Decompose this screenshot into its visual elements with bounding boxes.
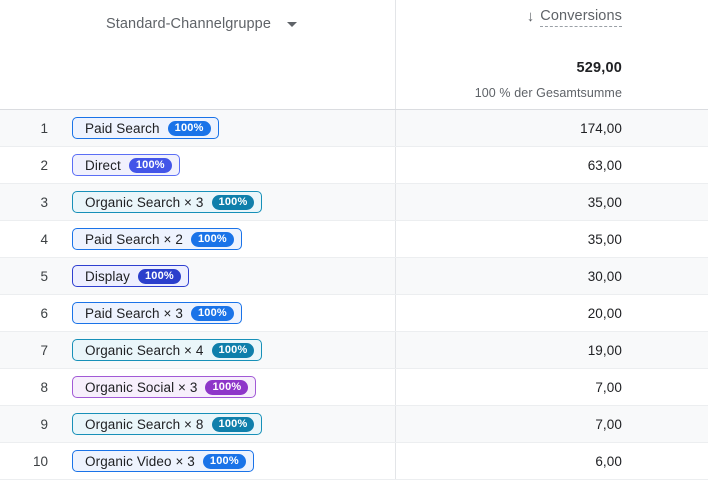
metric-column-label: Conversions <box>540 8 622 27</box>
row-index: 3 <box>40 194 48 210</box>
channel-chip-label: Organic Video × 3 <box>85 453 195 469</box>
channel-chip-percent-badge: 100% <box>211 416 255 432</box>
row-column-divider <box>395 295 396 331</box>
channel-chip-percent-badge: 100% <box>190 231 234 247</box>
channel-chip-label: Organic Search × 3 <box>85 194 204 210</box>
row-index: 10 <box>32 453 48 469</box>
row-index: 8 <box>40 379 48 395</box>
row-column-divider <box>395 147 396 183</box>
conversion-paths-report: Standard-Channelgruppe ↓ Conversions 529… <box>0 0 708 502</box>
row-index: 5 <box>40 268 48 284</box>
row-column-divider <box>395 184 396 220</box>
conversions-value: 7,00 <box>595 379 622 395</box>
row-column-divider <box>395 221 396 257</box>
path-cell: Display 100% <box>56 265 395 287</box>
row-column-divider <box>395 406 396 442</box>
table-row[interactable]: 10 Organic Video × 3 100% 6,00 <box>0 443 708 480</box>
path-cell: Organic Search × 8 100% <box>56 413 395 435</box>
channel-chip[interactable]: Organic Search × 3 100% <box>72 191 263 213</box>
channel-chip-percent-badge: 100% <box>128 157 172 173</box>
channel-chip-label: Organic Social × 3 <box>85 379 198 395</box>
row-index: 4 <box>40 231 48 247</box>
conversions-value: 20,00 <box>587 305 622 321</box>
conversions-value: 63,00 <box>587 157 622 173</box>
metric-column-header[interactable]: ↓ Conversions <box>527 8 622 27</box>
conversions-value: 30,00 <box>587 268 622 284</box>
path-cell: Organic Video × 3 100% <box>56 450 395 472</box>
row-index: 9 <box>40 416 48 432</box>
channel-chip[interactable]: Paid Search × 2 100% <box>72 228 242 250</box>
channel-chip[interactable]: Organic Search × 4 100% <box>72 339 263 361</box>
path-cell: Organic Search × 4 100% <box>56 339 395 361</box>
table-row[interactable]: 6 Paid Search × 3 100% 20,00 <box>0 295 708 332</box>
arrow-down-icon[interactable]: ↓ <box>527 9 535 24</box>
channel-chip-percent-badge: 100% <box>211 342 255 358</box>
table-row[interactable]: 1 Paid Search 100% 174,00 <box>0 110 708 147</box>
path-cell: Paid Search 100% <box>56 117 395 139</box>
channel-chip[interactable]: Paid Search × 3 100% <box>72 302 242 324</box>
conversions-value: 35,00 <box>587 194 622 210</box>
row-column-divider <box>395 443 396 479</box>
table-row[interactable]: 2 Direct 100% 63,00 <box>0 147 708 184</box>
path-cell: Paid Search × 3 100% <box>56 302 395 324</box>
channel-chip[interactable]: Display 100% <box>72 265 189 287</box>
table-row[interactable]: 9 Organic Search × 8 100% 7,00 <box>0 406 708 443</box>
path-cell: Paid Search × 2 100% <box>56 228 395 250</box>
channel-chip-label: Display <box>85 268 130 284</box>
table-row[interactable]: 3 Organic Search × 3 100% 35,00 <box>0 184 708 221</box>
path-cell: Organic Social × 3 100% <box>56 376 395 398</box>
row-column-divider <box>395 258 396 294</box>
row-index: 1 <box>40 120 48 136</box>
channel-chip-label: Paid Search <box>85 120 160 136</box>
table-row[interactable]: 4 Paid Search × 2 100% 35,00 <box>0 221 708 258</box>
channel-chip-percent-badge: 100% <box>202 453 246 469</box>
channel-chip-percent-badge: 100% <box>167 120 211 136</box>
channel-chip[interactable]: Direct 100% <box>72 154 180 176</box>
table-body: 1 Paid Search 100% 174,00 2 Direct 100% 63,00 3 O… <box>0 110 708 480</box>
conversions-value: 35,00 <box>587 231 622 247</box>
row-column-divider <box>395 110 396 146</box>
metric-total-value: 529,00 <box>576 60 622 76</box>
header-column-divider <box>395 0 396 109</box>
channel-chip-percent-badge: 100% <box>190 305 234 321</box>
table-row[interactable]: 8 Organic Social × 3 100% 7,00 <box>0 369 708 406</box>
channel-chip[interactable]: Organic Search × 8 100% <box>72 413 263 435</box>
conversions-value: 174,00 <box>580 120 622 136</box>
channel-chip-label: Paid Search × 2 <box>85 231 183 247</box>
metric-total-subtitle: 100 % der Gesamtsumme <box>474 86 622 100</box>
row-index: 7 <box>40 342 48 358</box>
path-cell: Direct 100% <box>56 154 395 176</box>
row-index: 6 <box>40 305 48 321</box>
channel-chip-label: Paid Search × 3 <box>85 305 183 321</box>
dimension-column-label: Standard-Channelgruppe <box>105 16 272 32</box>
channel-chip-label: Organic Search × 4 <box>85 342 204 358</box>
table-row[interactable]: 5 Display 100% 30,00 <box>0 258 708 295</box>
channel-chip[interactable]: Paid Search 100% <box>72 117 219 139</box>
channel-chip[interactable]: Organic Social × 3 100% <box>72 376 257 398</box>
conversions-value: 6,00 <box>595 453 622 469</box>
row-column-divider <box>395 332 396 368</box>
conversions-value: 7,00 <box>595 416 622 432</box>
channel-chip-percent-badge: 100% <box>211 194 255 210</box>
channel-chip-label: Direct <box>85 157 121 173</box>
row-column-divider <box>395 369 396 405</box>
channel-chip-label: Organic Search × 8 <box>85 416 204 432</box>
chevron-down-icon[interactable] <box>287 21 298 27</box>
conversions-value: 19,00 <box>587 342 622 358</box>
channel-chip-percent-badge: 100% <box>205 379 249 395</box>
row-index: 2 <box>40 157 48 173</box>
channel-chip[interactable]: Organic Video × 3 100% <box>72 450 254 472</box>
table-row[interactable]: 7 Organic Search × 4 100% 19,00 <box>0 332 708 369</box>
channel-chip-percent-badge: 100% <box>137 268 181 284</box>
dimension-column-header[interactable]: Standard-Channelgruppe <box>0 8 395 40</box>
path-cell: Organic Search × 3 100% <box>56 191 395 213</box>
table-header: Standard-Channelgruppe ↓ Conversions 529… <box>0 0 708 110</box>
